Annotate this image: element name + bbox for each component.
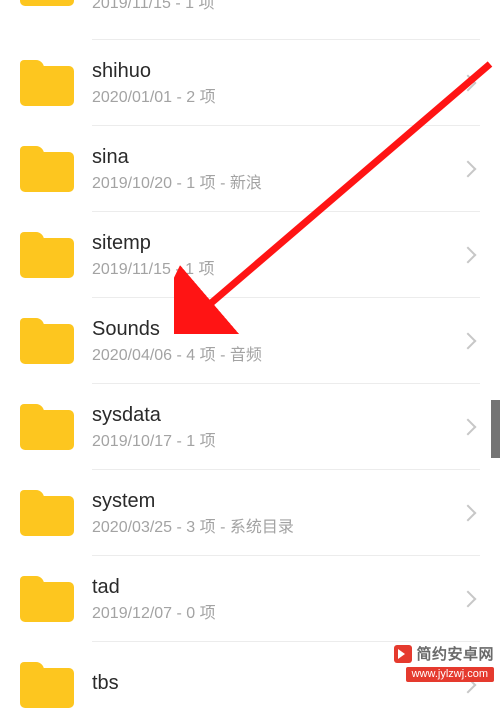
folder-meta: 2020/03/25 - 3 项 - 系统目录 xyxy=(92,518,462,538)
chevron-right-icon xyxy=(460,591,477,608)
folder-text: Sounds 2020/04/06 - 4 项 - 音频 xyxy=(92,317,462,366)
folder-meta: 2020/04/06 - 4 项 - 音频 xyxy=(92,346,462,366)
chevron-right-icon xyxy=(460,419,477,436)
chevron-right-icon xyxy=(460,333,477,350)
folder-row[interactable]: tad 2019/12/07 - 0 项 xyxy=(0,556,500,642)
watermark-logo-icon xyxy=(394,645,412,663)
watermark: 简约安卓网 www.jylzwj.com xyxy=(394,643,494,682)
chevron-right-icon xyxy=(460,247,477,264)
folder-list: 2019/11/15 - 1 项 shihuo 2020/01/01 - 2 项… xyxy=(0,0,500,728)
folder-meta: 2019/12/07 - 0 项 xyxy=(92,604,462,624)
folder-icon xyxy=(20,232,74,278)
chevron-right-icon xyxy=(460,505,477,522)
folder-meta: 2019/10/20 - 1 项 - 新浪 xyxy=(92,174,462,194)
folder-row[interactable]: sitemp 2019/11/15 - 1 项 xyxy=(0,212,500,298)
folder-row[interactable]: sysdata 2019/10/17 - 1 项 xyxy=(0,384,500,470)
folder-text: sina 2019/10/20 - 1 项 - 新浪 xyxy=(92,145,462,194)
scrollbar-thumb[interactable] xyxy=(491,400,500,458)
folder-text: sitemp 2019/11/15 - 1 项 xyxy=(92,231,462,280)
folder-name: shihuo xyxy=(92,59,462,84)
folder-icon xyxy=(20,662,74,708)
watermark-url: www.jylzwj.com xyxy=(406,667,494,682)
folder-row[interactable]: system 2020/03/25 - 3 项 - 系统目录 xyxy=(0,470,500,556)
folder-icon xyxy=(20,404,74,450)
folder-text: shihuo 2020/01/01 - 2 项 xyxy=(92,59,462,108)
chevron-right-icon xyxy=(460,75,477,92)
folder-icon xyxy=(20,576,74,622)
folder-name: sysdata xyxy=(92,403,462,428)
folder-icon xyxy=(20,60,74,106)
folder-text: sysdata 2019/10/17 - 1 项 xyxy=(92,403,462,452)
folder-icon xyxy=(20,146,74,192)
folder-icon xyxy=(20,0,74,6)
folder-icon xyxy=(20,318,74,364)
folder-row[interactable]: sina 2019/10/20 - 1 项 - 新浪 xyxy=(0,126,500,212)
folder-text: system 2020/03/25 - 3 项 - 系统目录 xyxy=(92,489,462,538)
folder-row[interactable]: Sounds 2020/04/06 - 4 项 - 音频 xyxy=(0,298,500,384)
folder-meta: 2019/10/17 - 1 项 xyxy=(92,432,462,452)
folder-meta: 2020/01/01 - 2 项 xyxy=(92,88,462,108)
folder-icon xyxy=(20,490,74,536)
watermark-title: 简约安卓网 xyxy=(416,643,494,664)
folder-name: sitemp xyxy=(92,231,462,256)
folder-meta: 2019/11/15 - 1 项 xyxy=(92,0,480,14)
folder-name: system xyxy=(92,489,462,514)
folder-row[interactable]: 2019/11/15 - 1 项 xyxy=(0,0,500,40)
folder-text: 2019/11/15 - 1 项 xyxy=(92,0,480,14)
folder-meta: 2019/11/15 - 1 项 xyxy=(92,260,462,280)
folder-name: Sounds xyxy=(92,317,462,342)
folder-name: sina xyxy=(92,145,462,170)
chevron-right-icon xyxy=(460,161,477,178)
folder-text: tad 2019/12/07 - 0 项 xyxy=(92,575,462,624)
folder-row[interactable]: shihuo 2020/01/01 - 2 项 xyxy=(0,40,500,126)
folder-name: tad xyxy=(92,575,462,600)
